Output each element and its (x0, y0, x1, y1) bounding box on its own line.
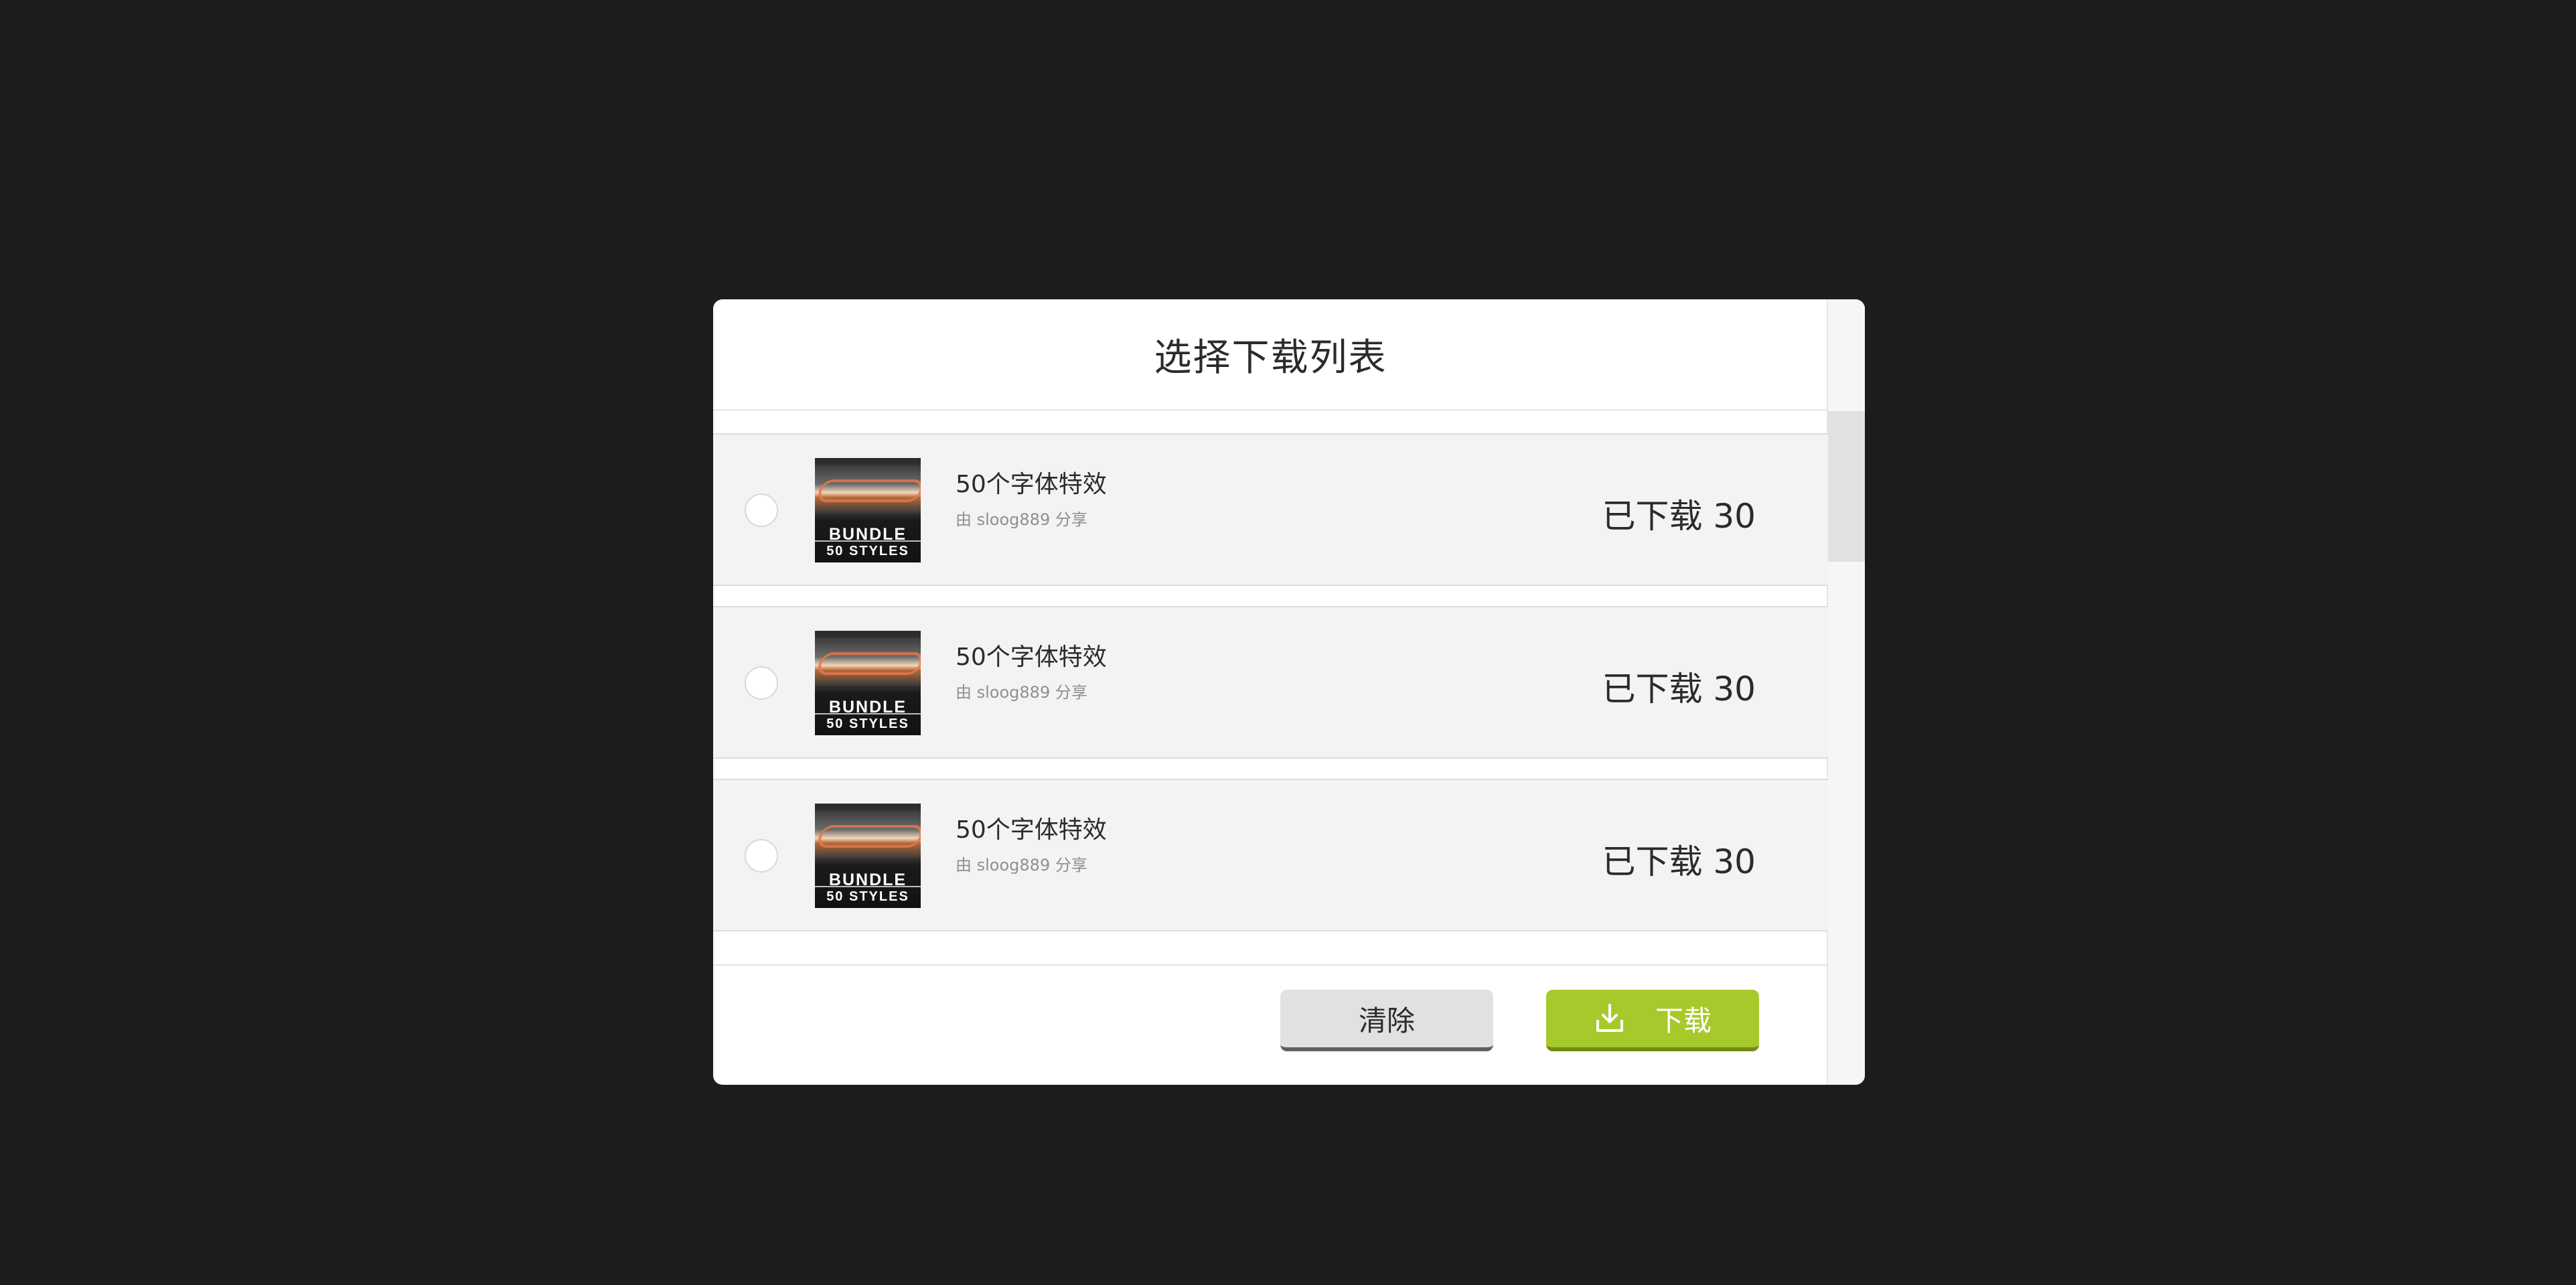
clear-button[interactable]: 清除 (1280, 990, 1493, 1051)
item-select-radio[interactable] (745, 666, 778, 700)
item-title: 50个字体特效 (956, 644, 1107, 671)
item-select-radio[interactable] (745, 839, 778, 873)
item-download-count: 已下载 30 (1602, 670, 1756, 708)
item-title: 50个字体特效 (956, 816, 1107, 844)
thumbnail-script-art (815, 465, 921, 513)
dialog-footer: 清除 下载 (713, 964, 1828, 1085)
thumbnail-line2: 50 STYLES (826, 889, 909, 904)
item-subtitle: 由 sloog889 分享 (956, 683, 1087, 702)
item-subtitle: 由 sloog889 分享 (956, 856, 1087, 875)
download-list-dialog: 选择下载列表 BUNDLE 50 STYLES 50个字体特效 由 sloog8… (713, 299, 1865, 1085)
list-item[interactable]: BUNDLE 50 STYLES 50个字体特效 由 sloog889 分享 已… (713, 433, 1828, 586)
dialog-scrollbar-track[interactable] (1827, 299, 1865, 1085)
download-list: BUNDLE 50 STYLES 50个字体特效 由 sloog889 分享 已… (713, 433, 1828, 952)
item-title: 50个字体特效 (956, 471, 1107, 498)
clear-button-label: 清除 (1358, 1004, 1415, 1037)
thumbnail-line1: BUNDLE (828, 871, 907, 889)
dialog-scrollbar-thumb[interactable] (1828, 411, 1865, 562)
item-subtitle: 由 sloog889 分享 (956, 510, 1087, 529)
thumbnail-line1: BUNDLE (828, 698, 907, 716)
thumbnail-script-art (815, 637, 921, 686)
download-tray-icon (1596, 1004, 1623, 1032)
dialog-header: 选择下载列表 (713, 299, 1828, 410)
item-thumbnail: BUNDLE 50 STYLES (815, 631, 921, 735)
thumbnail-line1: BUNDLE (828, 525, 907, 544)
download-button-label: 下载 (1655, 1004, 1712, 1037)
list-item[interactable]: BUNDLE 50 STYLES 50个字体特效 由 sloog889 分享 已… (713, 606, 1828, 759)
item-thumbnail: BUNDLE 50 STYLES (815, 804, 921, 908)
item-select-radio[interactable] (745, 494, 778, 527)
thumbnail-line2: 50 STYLES (826, 716, 909, 731)
thumbnail-line2: 50 STYLES (826, 544, 909, 558)
item-thumbnail: BUNDLE 50 STYLES (815, 458, 921, 562)
dialog-title: 选择下载列表 (1154, 335, 1387, 380)
item-download-count: 已下载 30 (1602, 842, 1756, 881)
list-item[interactable]: BUNDLE 50 STYLES 50个字体特效 由 sloog889 分享 已… (713, 779, 1828, 931)
download-button[interactable]: 下载 (1546, 990, 1759, 1051)
thumbnail-script-art (815, 810, 921, 858)
item-download-count: 已下载 30 (1602, 497, 1756, 536)
